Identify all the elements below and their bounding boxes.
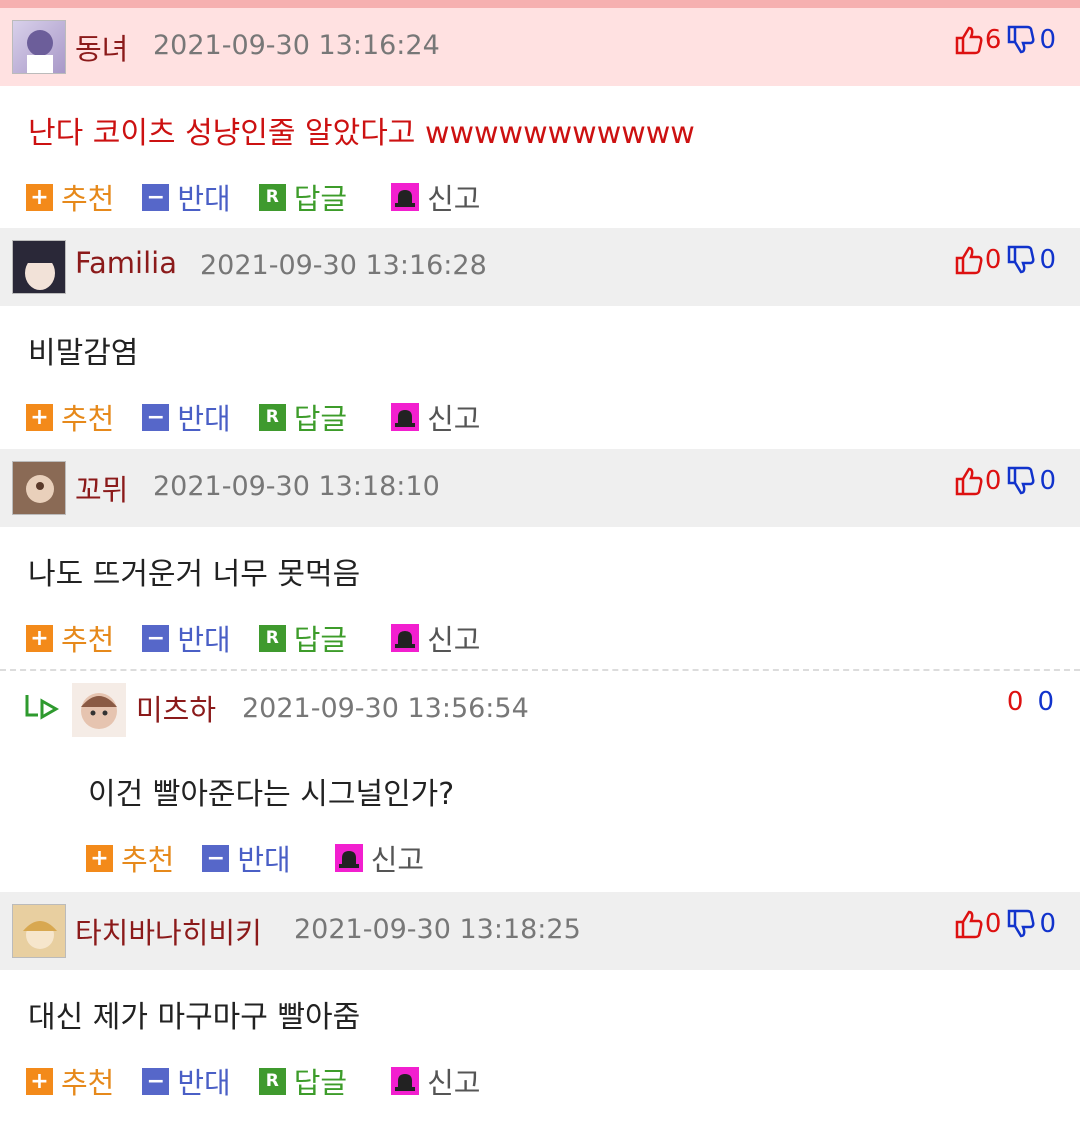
nickname[interactable]: 미츠하: [136, 687, 216, 729]
oppose-button[interactable]: − 반대: [142, 176, 231, 218]
nickname[interactable]: 꼬뮈: [75, 467, 128, 509]
downvote-count: 0: [1039, 25, 1056, 55]
avatar[interactable]: [72, 683, 126, 737]
upvote-count: 0: [984, 245, 1002, 275]
upvote-count: 0: [1006, 687, 1024, 717]
reply-button[interactable]: R 답글: [258, 176, 347, 218]
vote-counts: 0 0: [955, 466, 1056, 496]
reply-arrow-icon: [25, 695, 60, 720]
thumbs-up-icon: [955, 26, 983, 55]
plus-icon: +: [26, 403, 53, 431]
upvote-count: 0: [984, 909, 1002, 939]
downvote-count: 0: [1037, 687, 1054, 717]
reply-icon: R: [258, 403, 286, 431]
comment-header: Familia 2021-09-30 13:16:28 0 0: [0, 228, 1080, 306]
top-accent-line: [0, 0, 1080, 8]
reply-button[interactable]: R 답글: [258, 396, 347, 438]
minus-icon: −: [142, 1067, 170, 1095]
avatar[interactable]: [12, 20, 66, 74]
comment-date: 2021-09-30 13:16:28: [200, 250, 487, 281]
reply-icon: R: [258, 1067, 286, 1095]
comment-item: Familia 2021-09-30 13:16:28 0 0 비말감염 + 추천…: [0, 228, 1080, 449]
comment-actions: + 추천 − 반대 R 답글 신고: [26, 1060, 509, 1102]
downvote-count: 0: [1039, 245, 1056, 275]
comment-text: 이건 빨아준다는 시그널인가?: [88, 777, 455, 812]
recommend-button[interactable]: + 추천: [26, 617, 114, 659]
reply-comment-item: 미츠하 2021-09-30 13:56:54 0 0 이건 빨아준다는 시그널…: [0, 669, 1080, 892]
oppose-button[interactable]: − 반대: [202, 837, 291, 879]
comment-actions: + 추천 − 반대 R 답글 신고: [26, 176, 509, 218]
comment-actions: + 추천 − 반대 R 답글 신고: [26, 396, 509, 438]
comment-date: 2021-09-30 13:16:24: [153, 30, 440, 61]
downvote-count: 0: [1039, 909, 1056, 939]
comment-date: 2021-09-30 13:56:54: [242, 693, 529, 724]
plus-icon: +: [26, 183, 53, 211]
upvote-count: 6: [984, 25, 1002, 55]
vote-counts: 0 0: [1007, 687, 1054, 717]
oppose-button[interactable]: − 반대: [142, 396, 231, 438]
siren-icon: [334, 844, 363, 872]
siren-icon: [391, 1067, 420, 1095]
report-button[interactable]: 신고: [391, 1060, 481, 1102]
comment-actions: + 추천 − 반대 신고: [86, 837, 452, 879]
thumbs-up-icon: [955, 910, 983, 939]
downvote-count: 0: [1039, 466, 1056, 496]
thumbs-up-icon: [955, 246, 983, 275]
report-button[interactable]: 신고: [391, 617, 481, 659]
reply-icon: R: [258, 183, 286, 211]
recommend-button[interactable]: + 추천: [86, 837, 174, 879]
comment-item: 꼬뮈 2021-09-30 13:18:10 0 0 나도 뜨거운거 너무 못먹…: [0, 449, 1080, 669]
nickname[interactable]: 타치바나히비키: [75, 910, 262, 952]
minus-icon: −: [142, 403, 170, 431]
siren-icon: [391, 403, 420, 431]
avatar[interactable]: [12, 904, 66, 958]
comment-text: 난다 코이츠 성냥인줄 알았다고 wwwwwwwwwww: [28, 116, 695, 151]
comment-header: 꼬뮈 2021-09-30 13:18:10 0 0: [0, 449, 1080, 527]
reply-button[interactable]: R 답글: [258, 617, 347, 659]
vote-counts: 0 0: [955, 909, 1056, 939]
minus-icon: −: [202, 844, 230, 872]
comment-text: 비말감염: [28, 336, 139, 371]
siren-icon: [391, 624, 420, 652]
thumbs-down-icon: [1008, 245, 1035, 274]
report-button[interactable]: 신고: [334, 837, 424, 879]
recommend-button[interactable]: + 추천: [26, 176, 114, 218]
oppose-button[interactable]: − 반대: [142, 1060, 231, 1102]
comment-date: 2021-09-30 13:18:25: [294, 914, 581, 945]
vote-counts: 0 0: [955, 245, 1056, 275]
thumbs-down-icon: [1008, 466, 1035, 495]
plus-icon: +: [26, 1067, 53, 1095]
nickname[interactable]: Familia: [75, 246, 177, 280]
report-button[interactable]: 신고: [391, 176, 481, 218]
thumbs-down-icon: [1008, 909, 1035, 938]
plus-icon: +: [26, 624, 53, 652]
report-button[interactable]: 신고: [391, 396, 481, 438]
comment-text: 나도 뜨거운거 너무 못먹음: [28, 557, 361, 592]
comment-date: 2021-09-30 13:18:10: [153, 471, 440, 502]
minus-icon: −: [142, 624, 170, 652]
avatar[interactable]: [12, 461, 66, 515]
comment-text: 대신 제가 마구마구 빨아줌: [28, 1000, 361, 1035]
avatar[interactable]: [12, 240, 66, 294]
upvote-count: 0: [984, 466, 1002, 496]
reply-button[interactable]: R 답글: [258, 1060, 347, 1102]
oppose-button[interactable]: − 반대: [142, 617, 231, 659]
plus-icon: +: [86, 844, 113, 872]
thumbs-down-icon: [1008, 25, 1035, 54]
minus-icon: −: [142, 183, 170, 211]
comment-header: 동녀 2021-09-30 13:16:24 6 0: [0, 8, 1080, 86]
vote-counts: 6 0: [955, 25, 1056, 55]
thumbs-up-icon: [955, 467, 983, 496]
comment-header: 타치바나히비키 2021-09-30 13:18:25 0 0: [0, 892, 1080, 970]
nickname[interactable]: 동녀: [75, 26, 128, 68]
siren-icon: [391, 183, 420, 211]
recommend-button[interactable]: + 추천: [26, 1060, 114, 1102]
reply-divider: [0, 669, 1080, 671]
comment-actions: + 추천 − 반대 R 답글 신고: [26, 617, 509, 659]
reply-icon: R: [258, 624, 286, 652]
comment-item: 동녀 2021-09-30 13:16:24 6 0 난다 코이츠 성냥인줄 알…: [0, 8, 1080, 228]
comment-item: 타치바나히비키 2021-09-30 13:18:25 0 0 대신 제가 마구…: [0, 892, 1080, 1121]
recommend-button[interactable]: + 추천: [26, 396, 114, 438]
